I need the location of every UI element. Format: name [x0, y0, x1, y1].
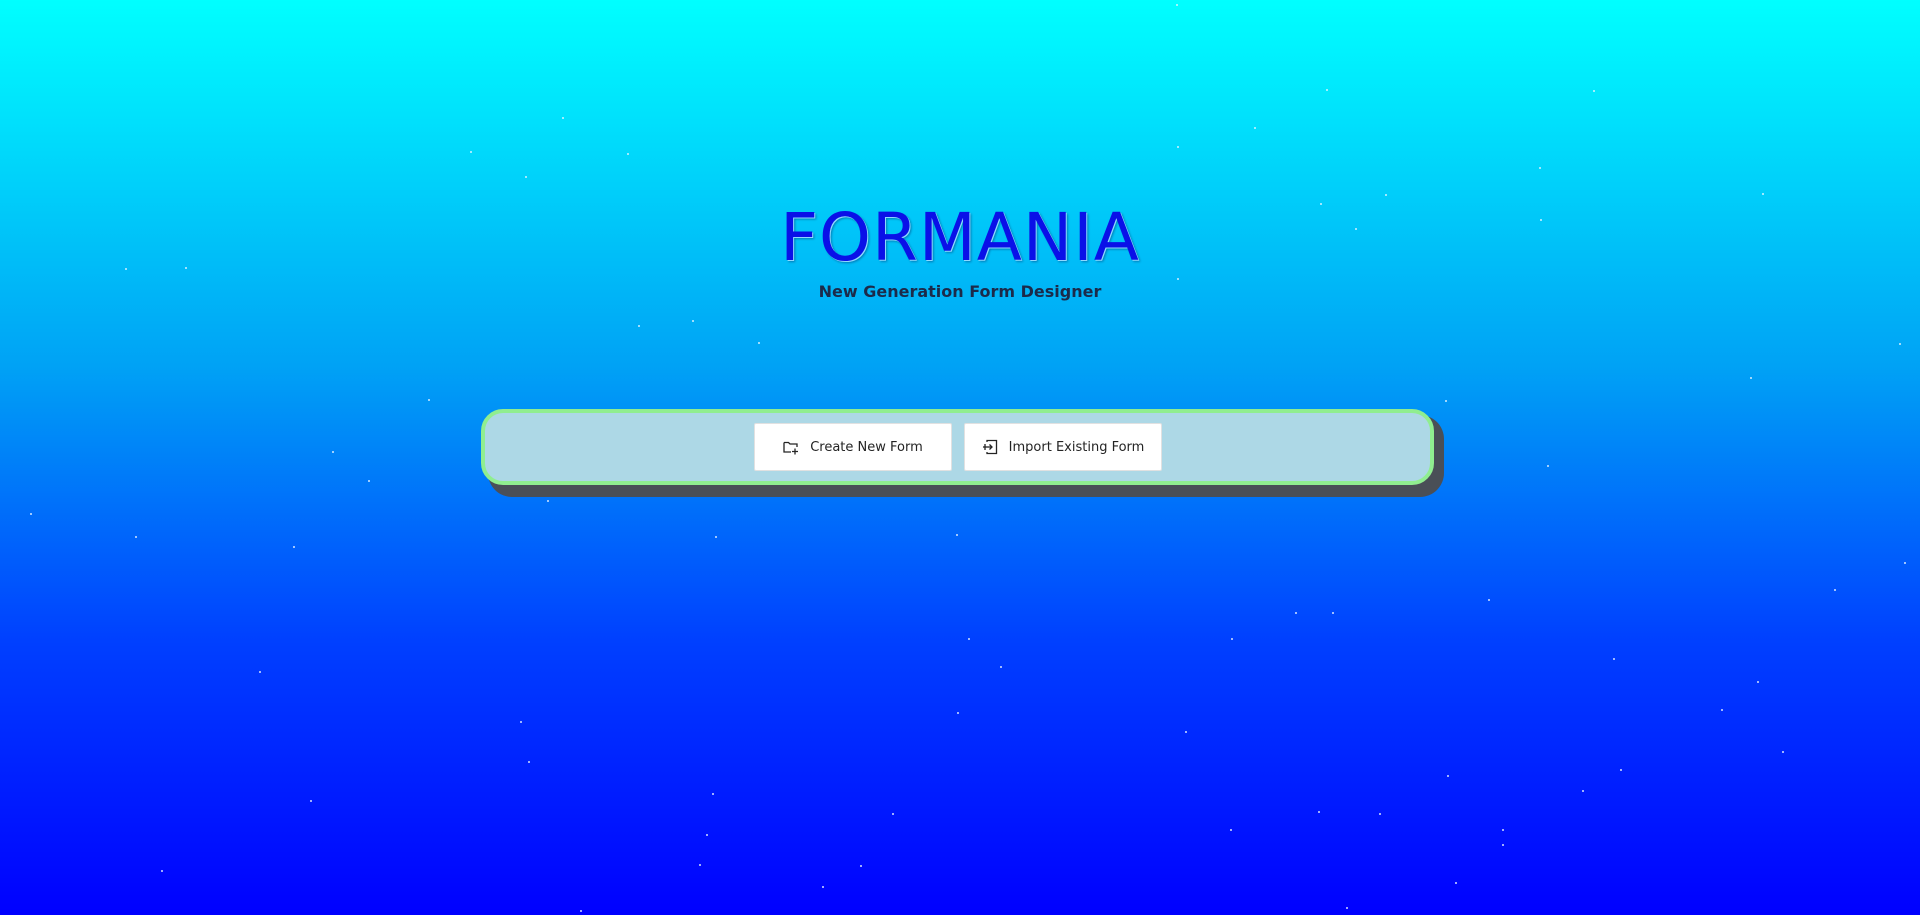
- star-dot: [428, 399, 430, 401]
- star-dot: [1502, 844, 1504, 846]
- star-dot: [822, 886, 824, 888]
- star-dot: [715, 536, 717, 538]
- star-dot: [528, 761, 530, 763]
- star-dot: [1762, 193, 1764, 195]
- star-dot: [1899, 343, 1901, 345]
- star-dot: [968, 638, 970, 640]
- star-dot: [1613, 658, 1615, 660]
- star-dot: [1547, 465, 1549, 467]
- star-dot: [1295, 612, 1297, 614]
- star-dot: [1539, 167, 1541, 169]
- star-dot: [1582, 790, 1584, 792]
- star-dot: [470, 151, 472, 153]
- star-dot: [1488, 599, 1490, 601]
- star-dot: [1176, 4, 1178, 6]
- star-dot: [332, 451, 334, 453]
- star-dot: [310, 800, 312, 802]
- star-dot: [638, 325, 640, 327]
- star-dot: [30, 513, 32, 515]
- star-dot: [1230, 829, 1232, 831]
- star-dot: [712, 793, 714, 795]
- star-dot: [1231, 638, 1233, 640]
- star-dot: [1757, 681, 1759, 683]
- star-dot: [1904, 562, 1906, 564]
- star-dot: [1000, 666, 1002, 668]
- star-dot: [860, 865, 862, 867]
- star-dot: [692, 320, 694, 322]
- star-dot: [1593, 90, 1595, 92]
- star-dot: [956, 534, 958, 536]
- star-dot: [293, 546, 295, 548]
- app-title: FORMANIA: [780, 199, 1140, 276]
- star-dot: [547, 500, 549, 502]
- star-dot: [1750, 377, 1752, 379]
- star-dot: [1782, 751, 1784, 753]
- import-existing-form-button[interactable]: Import Existing Form: [963, 423, 1162, 471]
- star-dot: [562, 117, 564, 119]
- import-icon: [981, 438, 999, 456]
- star-dot: [1185, 731, 1187, 733]
- star-dot: [699, 864, 701, 866]
- star-dot: [706, 834, 708, 836]
- star-dot: [368, 480, 370, 482]
- star-dot: [1254, 127, 1256, 129]
- create-new-form-button[interactable]: Create New Form: [753, 423, 952, 471]
- folder-add-icon: [782, 438, 800, 456]
- star-dot: [580, 910, 582, 912]
- app-subtitle: New Generation Form Designer: [818, 282, 1102, 301]
- action-toolbar: Create New Form Import Existing Form: [481, 409, 1434, 485]
- star-dot: [957, 712, 959, 714]
- star-dot: [1346, 907, 1348, 909]
- star-dot: [1455, 882, 1457, 884]
- star-dot: [1620, 769, 1622, 771]
- star-dot: [1447, 775, 1449, 777]
- star-dot: [161, 870, 163, 872]
- import-existing-form-label: Import Existing Form: [1008, 439, 1145, 455]
- star-dot: [135, 536, 137, 538]
- star-dot: [1379, 813, 1381, 815]
- star-dot: [525, 176, 527, 178]
- hero-header: FORMANIA New Generation Form Designer: [0, 196, 1920, 304]
- star-dot: [1326, 89, 1328, 91]
- star-dot: [1177, 146, 1179, 148]
- star-dot: [627, 153, 629, 155]
- star-dot: [1318, 811, 1320, 813]
- star-dot: [892, 813, 894, 815]
- star-dot: [1332, 612, 1334, 614]
- star-dot: [1502, 829, 1504, 831]
- star-dot: [259, 671, 261, 673]
- create-new-form-label: Create New Form: [810, 439, 923, 455]
- star-dot: [520, 721, 522, 723]
- star-dot: [1445, 400, 1447, 402]
- star-dot: [1721, 709, 1723, 711]
- star-dot: [758, 342, 760, 344]
- star-dot: [1834, 589, 1836, 591]
